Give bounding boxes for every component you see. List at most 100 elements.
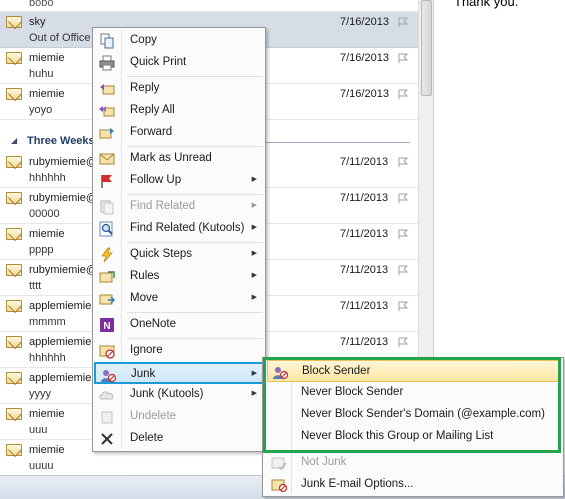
menu-item-forward[interactable]: Forward (95, 122, 263, 144)
submenu-arrow-icon: ▶ (251, 176, 257, 183)
forward-icon (99, 125, 115, 141)
menu-item-undelete: Undelete (95, 406, 263, 428)
message-subject: bobo (29, 0, 54, 9)
envelope-icon (6, 16, 22, 28)
flag-icon[interactable] (397, 301, 409, 312)
submenu-item-label: Block Sender (302, 365, 371, 377)
message-sender: sky (29, 16, 46, 28)
flag-icon[interactable] (397, 53, 409, 64)
menu-item-junk[interactable]: Junk ▶ (94, 362, 265, 384)
menu-item-label: Mark as Unread (130, 152, 212, 164)
menu-item-follow-up[interactable]: Follow Up ▶ (95, 170, 263, 192)
menu-item-label: Quick Steps (130, 248, 192, 260)
message-sender: applemiemie (29, 336, 92, 348)
reply-icon (99, 81, 115, 97)
cloud-icon (99, 387, 115, 403)
submenu-item-junk-options[interactable]: Junk E-mail Options... (267, 474, 559, 496)
submenu-arrow-icon: ▶ (251, 294, 257, 301)
message-date: 7/11/2013 (340, 264, 389, 276)
menu-item-reply[interactable]: Reply (95, 78, 263, 100)
envelope-icon (6, 336, 22, 348)
message-sender: miemie (29, 444, 65, 456)
menu-item-label: Reply All (130, 104, 175, 116)
menu-item-find-related: Find Related ▶ (95, 196, 263, 218)
message-subject: pppp (29, 244, 54, 256)
message-date: 7/16/2013 (340, 16, 389, 28)
message-subject: uuuu (29, 460, 54, 472)
submenu-arrow-icon: ▶ (251, 272, 257, 279)
lightning-icon (99, 247, 115, 263)
flag-icon[interactable] (397, 229, 409, 240)
menu-item-label: Rules (130, 270, 160, 282)
reply-all-icon (99, 103, 115, 119)
envelope-icon (6, 444, 22, 456)
message-date: 7/11/2013 (340, 192, 389, 204)
menu-item-label: Move (130, 292, 159, 304)
submenu-item-block-sender[interactable]: Block Sender (267, 360, 559, 382)
menu-item-rules[interactable]: Rules ▶ (95, 266, 263, 288)
menu-item-ignore[interactable]: Ignore (95, 340, 263, 362)
message-sender: rubymiemie@ (29, 192, 98, 204)
menu-item-mark-unread[interactable]: Mark as Unread (95, 148, 263, 170)
menu-item-quick-print[interactable]: Quick Print (95, 52, 263, 74)
not-junk-icon (271, 455, 287, 471)
menu-item-reply-all[interactable]: Reply All (95, 100, 263, 122)
message-subject: tttt (29, 280, 42, 292)
flag-icon[interactable] (397, 157, 409, 168)
menu-item-label: Forward (130, 126, 173, 138)
envelope-icon (6, 228, 22, 240)
delete-x-icon (99, 431, 115, 447)
message-sender: miemie (29, 408, 65, 420)
menu-item-copy[interactable]: Copy (95, 30, 263, 52)
menu-separator (127, 194, 263, 195)
message-sender: miemie (29, 88, 65, 100)
menu-separator (127, 242, 263, 243)
svg-text:N: N (103, 321, 110, 332)
submenu-arrow-icon: ▶ (251, 202, 257, 209)
envelope-icon (6, 264, 22, 276)
flag-icon[interactable] (397, 17, 409, 28)
submenu-item-label: Not Junk (301, 456, 347, 468)
message-subject: 00000 (29, 208, 60, 220)
message-date: 7/11/2013 (340, 228, 389, 240)
menu-item-find-related-kutools[interactable]: Find Related (Kutools) ▶ (95, 218, 263, 240)
message-row[interactable]: bobo (0, 0, 418, 12)
envelope-icon (6, 192, 22, 204)
submenu-item-never-block-domain[interactable]: Never Block Sender's Domain (@example.co… (267, 404, 559, 426)
submenu-item-never-block-sender[interactable]: Never Block Sender (267, 382, 559, 404)
submenu-arrow-icon: ▶ (251, 370, 257, 377)
message-sender: miemie (29, 52, 65, 64)
menu-item-junk-kutools[interactable]: Junk (Kutools) ▶ (95, 384, 263, 406)
junk-options-icon (271, 477, 288, 493)
submenu-arrow-icon: ▶ (251, 250, 257, 257)
flag-icon[interactable] (397, 265, 409, 276)
message-subject: yyyy (29, 388, 51, 400)
menu-item-label: Copy (130, 34, 157, 46)
submenu-item-never-block-group[interactable]: Never Block this Group or Mailing List (267, 426, 559, 448)
flag-icon[interactable] (397, 193, 409, 204)
submenu-arrow-icon: ▶ (251, 224, 257, 231)
group-header-label: Three Weeks (27, 135, 95, 147)
flag-icon[interactable] (397, 337, 409, 348)
menu-item-move[interactable]: Move ▶ (95, 288, 263, 310)
menu-item-label: OneNote (130, 318, 177, 330)
menu-item-delete[interactable]: Delete (95, 428, 263, 450)
envelope-icon (6, 52, 22, 64)
menu-item-quick-steps[interactable]: Quick Steps ▶ (95, 244, 263, 266)
menu-item-onenote[interactable]: N OneNote (95, 314, 263, 336)
envelope-icon (6, 300, 22, 312)
collapse-triangle-icon[interactable]: ◢ (11, 136, 17, 145)
flag-icon[interactable] (397, 89, 409, 100)
scroll-thumb[interactable] (421, 0, 432, 96)
rules-icon (99, 269, 115, 285)
submenu-item-label: Never Block Sender (301, 386, 404, 398)
onenote-icon: N (99, 317, 115, 333)
message-subject: huhu (29, 68, 54, 80)
envelope-icon (99, 151, 115, 167)
envelope-icon (6, 156, 22, 168)
message-subject: uuu (29, 424, 48, 436)
menu-item-label: Junk (131, 368, 156, 380)
envelope-icon (6, 372, 22, 384)
menu-item-label: Delete (130, 432, 164, 444)
move-icon (99, 291, 116, 307)
